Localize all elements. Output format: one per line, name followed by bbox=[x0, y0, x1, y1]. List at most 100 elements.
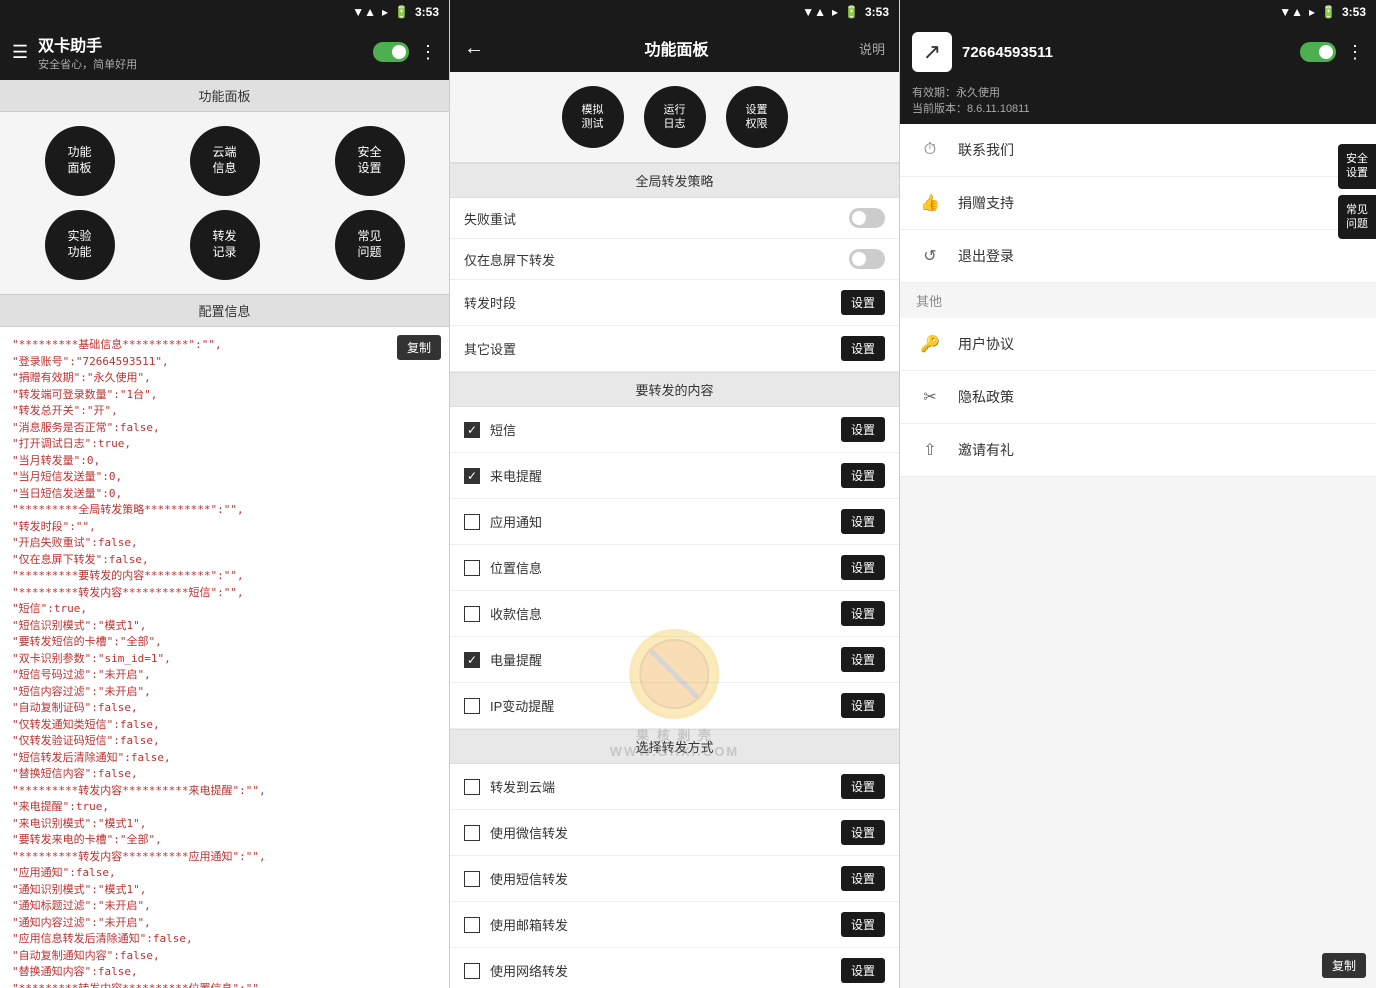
cb-smsfwd[interactable] bbox=[464, 871, 480, 887]
status-bar-1: ▼▲ ▸ 🔋 3:53 bbox=[0, 0, 449, 24]
cb-row-ip: IP变动提醒 设置 bbox=[450, 683, 899, 729]
battery-icon-2: 🔋 bbox=[844, 5, 859, 19]
panel2-header: ← 功能面板 说明 bbox=[450, 24, 899, 72]
validity-block: 有效期：永久使用 当前版本：8.6.11.10811 bbox=[900, 80, 1376, 124]
status-bar-2: ▼▲ ▸ 🔋 3:53 bbox=[450, 0, 899, 24]
copy-button-1[interactable]: 复制 bbox=[397, 335, 441, 360]
set-btn-sms[interactable]: 设置 bbox=[841, 417, 885, 442]
func-btn-1[interactable]: 云端 信息 bbox=[190, 126, 260, 196]
func-btn-5[interactable]: 常见 问题 bbox=[335, 210, 405, 280]
tab-simulate[interactable]: 模拟 测试 bbox=[562, 86, 624, 148]
cb-battery[interactable]: ✓ bbox=[464, 652, 480, 668]
set-btn-call[interactable]: 设置 bbox=[841, 463, 885, 488]
logo-icon: ↗ bbox=[923, 39, 941, 65]
side-btn-faq[interactable]: 常见 问题 bbox=[1338, 195, 1376, 240]
panel-3: ▼▲ ▸ 🔋 3:53 ↗ 72664593511 ⋮ 有效期：永久使用 当前版… bbox=[900, 0, 1376, 988]
config-text: "*********基础信息**********":"", "登录账号":"72… bbox=[12, 337, 437, 988]
cb-label-smsfwd: 使用短信转发 bbox=[490, 869, 831, 888]
cb-row-app: 应用通知 设置 bbox=[450, 499, 899, 545]
set-btn-email[interactable]: 设置 bbox=[841, 912, 885, 937]
menu-item-contact[interactable]: ⏱ 联系我们 bbox=[900, 124, 1376, 177]
signal-icon-2: ▼▲ bbox=[802, 5, 826, 19]
cb-row-call: ✓ 来电提醒 设置 bbox=[450, 453, 899, 499]
time-display-3: 3:53 bbox=[1342, 5, 1366, 19]
logout-icon: ↺ bbox=[916, 242, 944, 270]
menu-label-logout: 退出登录 bbox=[958, 246, 1014, 266]
side-buttons: 安全 设置 常见 问题 bbox=[1338, 144, 1376, 239]
more-icon-3[interactable]: ⋮ bbox=[1346, 42, 1364, 63]
tab-permission[interactable]: 设置 权限 bbox=[726, 86, 788, 148]
cb-row-sms: ✓ 短信 设置 bbox=[450, 407, 899, 453]
cb-payment[interactable] bbox=[464, 606, 480, 622]
panel1-header: ☰ 双卡助手 安全省心，简单好用 ⋮ bbox=[0, 24, 449, 80]
panel2-title: 功能面板 bbox=[494, 36, 859, 60]
cb-row-battery: ✓ 电量提醒 设置 bbox=[450, 637, 899, 683]
func-btn-3[interactable]: 实验 功能 bbox=[45, 210, 115, 280]
menu-icon[interactable]: ☰ bbox=[12, 42, 28, 63]
tab-log[interactable]: 运行 日志 bbox=[644, 86, 706, 148]
setting-timeperiod: 转发时段 设置 bbox=[450, 280, 899, 326]
main-toggle[interactable] bbox=[373, 42, 409, 62]
back-button[interactable]: ← bbox=[464, 37, 484, 60]
func-btn-2[interactable]: 安全 设置 bbox=[335, 126, 405, 196]
validity-text: 有效期：永久使用 bbox=[912, 84, 1364, 100]
set-button-other[interactable]: 设置 bbox=[841, 336, 885, 361]
cb-row-location: 位置信息 设置 bbox=[450, 545, 899, 591]
cb-sms[interactable]: ✓ bbox=[464, 422, 480, 438]
cb-call[interactable]: ✓ bbox=[464, 468, 480, 484]
invite-icon: ⇧ bbox=[916, 436, 944, 464]
set-btn-battery[interactable]: 设置 bbox=[841, 647, 885, 672]
menu-item-logout[interactable]: ↺ 退出登录 bbox=[900, 230, 1376, 283]
menu-item-donate[interactable]: 👍 捐赠支持 bbox=[900, 177, 1376, 230]
title-block: 双卡助手 安全省心，简单好用 bbox=[38, 32, 363, 72]
panel3-toggle[interactable] bbox=[1300, 42, 1336, 62]
menu-item-invite[interactable]: ⇧ 邀请有礼 bbox=[900, 424, 1376, 477]
set-btn-cloud[interactable]: 设置 bbox=[841, 774, 885, 799]
more-icon-1[interactable]: ⋮ bbox=[419, 42, 437, 63]
explain-button[interactable]: 说明 bbox=[859, 39, 885, 58]
toggle-screenoff[interactable] bbox=[849, 249, 885, 269]
tab-row: 模拟 测试 运行 日志 设置 权限 bbox=[450, 72, 899, 163]
cb-email[interactable] bbox=[464, 917, 480, 933]
set-btn-wechat[interactable]: 设置 bbox=[841, 820, 885, 845]
func-btn-4[interactable]: 转发 记录 bbox=[190, 210, 260, 280]
menu-label-agreement: 用户协议 bbox=[958, 334, 1014, 354]
content-header: 要转发的内容 bbox=[450, 372, 899, 407]
signal-icon: ▼▲ bbox=[352, 5, 376, 19]
set-btn-ip[interactable]: 设置 bbox=[841, 693, 885, 718]
func-grid: 功能 面板 云端 信息 安全 设置 实验 功能 转发 记录 常见 问题 bbox=[0, 112, 449, 294]
cb-net[interactable] bbox=[464, 963, 480, 979]
cb-wechat[interactable] bbox=[464, 825, 480, 841]
method-header: 选择转发方式 bbox=[450, 729, 899, 764]
set-btn-smsfwd[interactable]: 设置 bbox=[841, 866, 885, 891]
side-btn-safety[interactable]: 安全 设置 bbox=[1338, 144, 1376, 189]
menu-item-privacy[interactable]: ✂ 隐私政策 bbox=[900, 371, 1376, 424]
menu-label-invite: 邀请有礼 bbox=[958, 440, 1014, 460]
func-btn-0[interactable]: 功能 面板 bbox=[45, 126, 115, 196]
set-button-timeperiod[interactable]: 设置 bbox=[841, 290, 885, 315]
panel3-header: ↗ 72664593511 ⋮ bbox=[900, 24, 1376, 80]
cb-location[interactable] bbox=[464, 560, 480, 576]
config-content: 复制 "*********基础信息**********":"", "登录账号":… bbox=[0, 327, 449, 988]
cb-cloud[interactable] bbox=[464, 779, 480, 795]
cb-label-location: 位置信息 bbox=[490, 558, 831, 577]
cb-ip[interactable] bbox=[464, 698, 480, 714]
user-info: 72664593511 bbox=[962, 44, 1290, 61]
time-display-2: 3:53 bbox=[865, 5, 889, 19]
copy-button-3[interactable]: 复制 bbox=[1322, 953, 1366, 978]
wifi-icon-2: ▸ bbox=[832, 5, 838, 19]
menu-item-agreement[interactable]: 🔑 用户协议 bbox=[900, 318, 1376, 371]
cb-app[interactable] bbox=[464, 514, 480, 530]
set-btn-app[interactable]: 设置 bbox=[841, 509, 885, 534]
app-title: 双卡助手 bbox=[38, 32, 363, 56]
toggle-retry[interactable] bbox=[849, 208, 885, 228]
donate-icon: 👍 bbox=[916, 189, 944, 217]
setting-screenoff: 仅在息屏下转发 bbox=[450, 239, 899, 280]
global-strategy-header: 全局转发策略 bbox=[450, 163, 899, 198]
cb-label-sms: 短信 bbox=[490, 420, 831, 439]
other-label: 其他 bbox=[900, 283, 1376, 318]
set-btn-location[interactable]: 设置 bbox=[841, 555, 885, 580]
set-btn-net[interactable]: 设置 bbox=[841, 958, 885, 983]
cb-label-call: 来电提醒 bbox=[490, 466, 831, 485]
set-btn-payment[interactable]: 设置 bbox=[841, 601, 885, 626]
